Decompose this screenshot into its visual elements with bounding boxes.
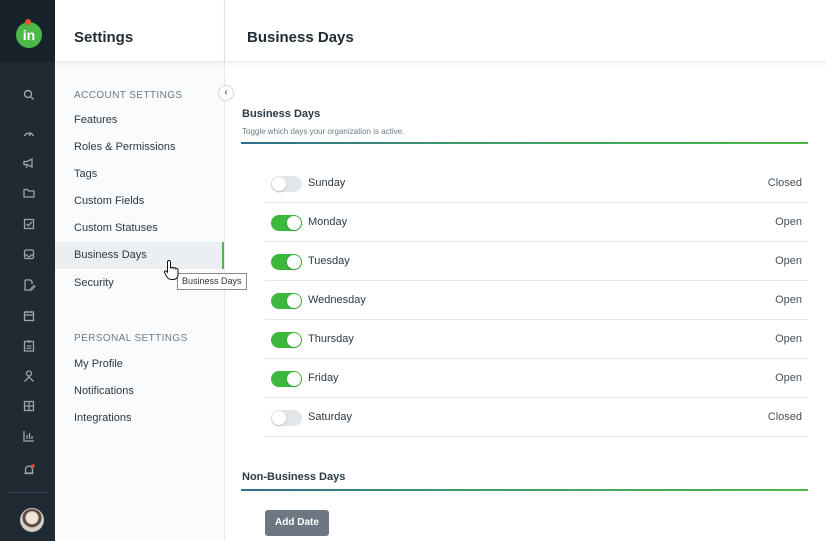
document-edit-icon[interactable] [22, 278, 36, 292]
account-settings-label: ACCOUNT SETTINGS [74, 90, 183, 101]
day-toggle-sunday[interactable] [271, 176, 302, 192]
day-row-sunday: Sunday Closed [265, 164, 808, 203]
day-toggle-monday[interactable] [271, 215, 302, 231]
sidebar-item-integrations[interactable]: Integrations [55, 405, 224, 432]
avatar[interactable] [20, 508, 44, 532]
search-icon[interactable] [22, 88, 36, 102]
main-content: Business Days Business Days Toggle which… [225, 0, 826, 541]
icon-rail: in [0, 0, 55, 541]
day-status: Closed [767, 177, 802, 189]
day-name: Tuesday [308, 255, 350, 267]
checkbox-icon[interactable] [22, 217, 36, 231]
toggle-knob [287, 294, 301, 308]
day-status: Closed [767, 411, 802, 423]
sidebar-item-my-profile[interactable]: My Profile [55, 351, 224, 378]
clipboard-icon[interactable] [22, 339, 36, 353]
toggle-knob [272, 177, 286, 191]
sidebar-header: Settings [55, 0, 224, 62]
section-title-business-days: Business Days [242, 108, 321, 120]
day-name: Friday [308, 372, 339, 384]
toggle-knob [287, 333, 301, 347]
sidebar-item-features[interactable]: Features [55, 107, 224, 134]
day-status: Open [775, 372, 802, 384]
toggle-knob [272, 411, 286, 425]
sidebar-item-custom-fields[interactable]: Custom Fields [55, 188, 224, 215]
megaphone-icon[interactable] [22, 156, 36, 170]
notification-icon[interactable] [22, 463, 36, 477]
day-status: Open [775, 333, 802, 345]
rail-divider [8, 492, 48, 493]
tooltip: Business Days [177, 273, 247, 290]
page-title: Business Days [247, 29, 354, 46]
toggle-knob [287, 216, 301, 230]
calendar-icon[interactable] [22, 309, 36, 323]
day-status: Open [775, 294, 802, 306]
sidebar-item-business-days[interactable]: Business Days [55, 242, 224, 269]
sidebar-item-tags[interactable]: Tags [55, 161, 224, 188]
person-icon[interactable] [22, 369, 36, 383]
day-row-wednesday: Wednesday Open [265, 281, 808, 320]
inbox-icon[interactable] [22, 247, 36, 261]
hand-cursor-icon [163, 259, 179, 280]
day-status: Open [775, 255, 802, 267]
day-toggle-thursday[interactable] [271, 332, 302, 348]
day-name: Sunday [308, 177, 346, 189]
day-row-thursday: Thursday Open [265, 320, 808, 359]
sidebar-title: Settings [74, 29, 134, 46]
day-toggle-tuesday[interactable] [271, 254, 302, 270]
section-divider-non-business [241, 489, 808, 491]
grid-icon[interactable] [22, 399, 36, 413]
personal-settings-label: PERSONAL SETTINGS [74, 333, 188, 344]
day-name: Wednesday [308, 294, 366, 306]
day-name: Thursday [308, 333, 354, 345]
folder-icon[interactable] [22, 186, 36, 200]
sidebar-item-notifications[interactable]: Notifications [55, 378, 224, 405]
day-status: Open [775, 216, 802, 228]
app-logo[interactable]: in [16, 22, 42, 48]
day-toggle-wednesday[interactable] [271, 293, 302, 309]
main-header: Business Days [225, 0, 826, 62]
day-toggle-friday[interactable] [271, 371, 302, 387]
toggle-knob [287, 255, 301, 269]
section-title-non-business-days: Non-Business Days [242, 471, 346, 483]
add-date-button[interactable]: Add Date [265, 510, 329, 536]
day-row-monday: Monday Open [265, 203, 808, 242]
section-subtitle: Toggle which days your organization is a… [242, 127, 405, 136]
logo-dot [25, 19, 31, 25]
day-name: Saturday [308, 411, 353, 423]
sidebar-item-roles-permissions[interactable]: Roles & Permissions [55, 134, 224, 161]
section-divider [241, 142, 808, 144]
settings-sidebar: Settings ACCOUNT SETTINGS Features Roles… [55, 0, 225, 541]
chevron-left-icon: ‹ [224, 87, 228, 98]
day-name: Monday [308, 216, 348, 228]
day-row-friday: Friday Open [265, 359, 808, 398]
day-row-tuesday: Tuesday Open [265, 242, 808, 281]
day-toggle-saturday[interactable] [271, 410, 302, 426]
bar-chart-icon[interactable] [22, 429, 36, 443]
day-row-saturday: Saturday Closed [265, 398, 808, 437]
collapse-sidebar-button[interactable]: ‹ [218, 85, 234, 101]
toggle-knob [287, 372, 301, 386]
dashboard-icon[interactable] [22, 126, 36, 140]
sidebar-item-custom-statuses[interactable]: Custom Statuses [55, 215, 224, 242]
